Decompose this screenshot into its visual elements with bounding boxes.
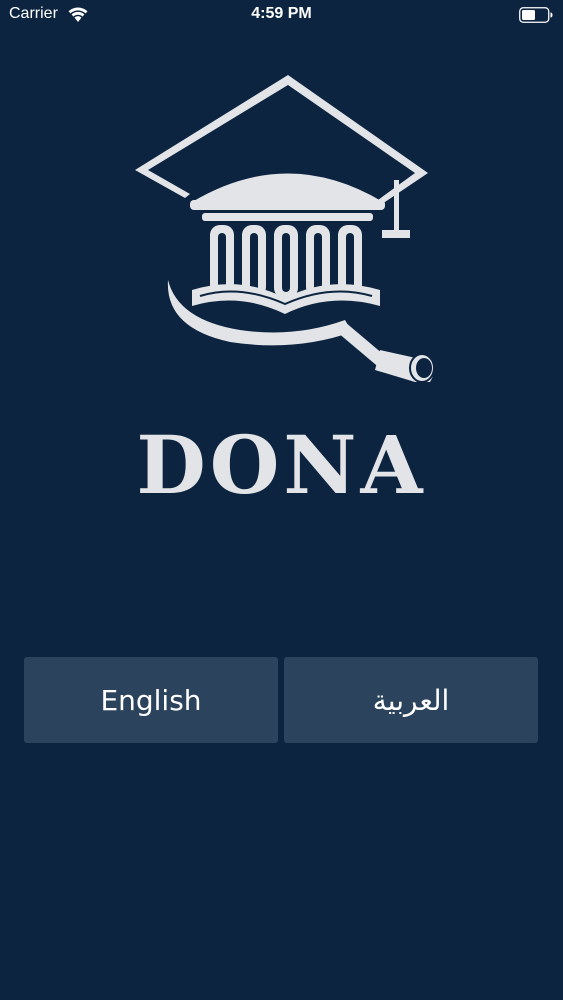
brand-name: DONA [136,418,427,512]
english-button[interactable]: English [24,657,278,743]
splash-screen: Carrier 4:59 PM DONA English العربية [0,0,563,1000]
status-bar: Carrier 4:59 PM [0,0,563,30]
dona-logo-icon [135,75,435,383]
clock-time: 4:59 PM [251,5,312,22]
arabic-button[interactable]: العربية [284,657,538,743]
language-selector: English العربية [24,657,539,743]
battery-icon [519,7,553,23]
